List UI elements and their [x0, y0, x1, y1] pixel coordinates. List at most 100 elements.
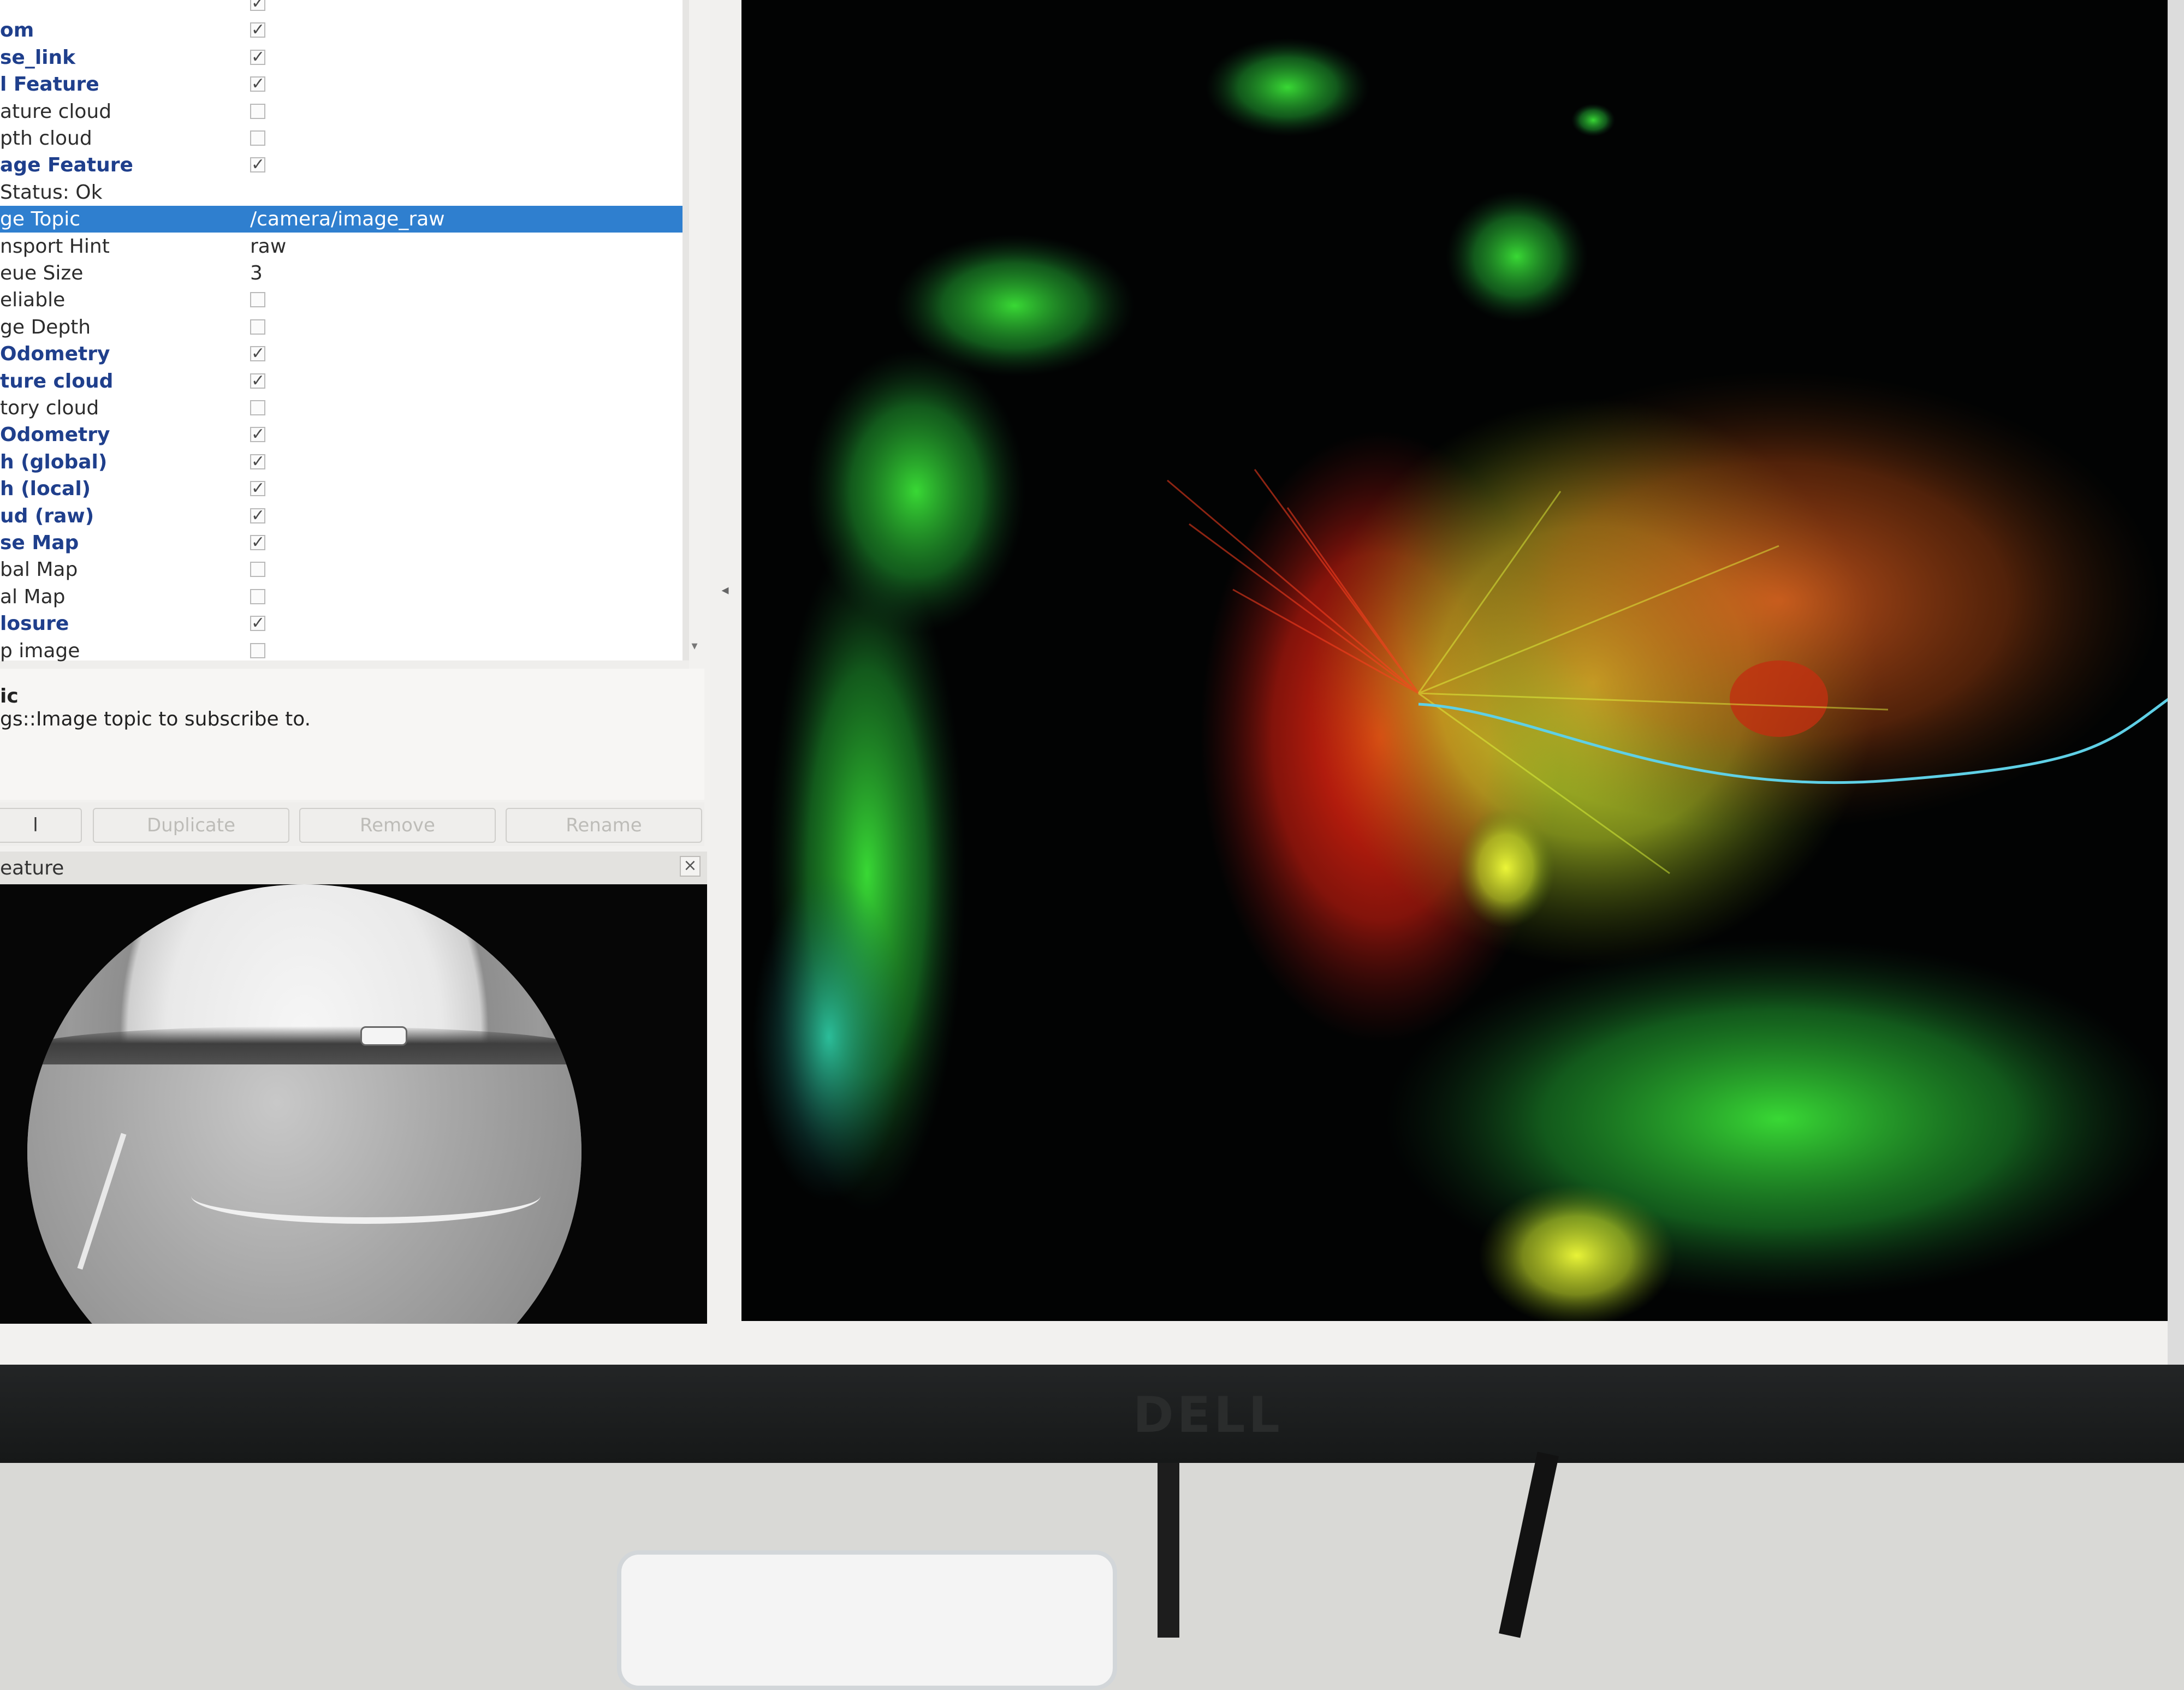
display-checkbox[interactable]: ✓ — [250, 453, 265, 469]
display-tree-row[interactable]: age Feature ✓ — [0, 152, 682, 178]
display-checkbox[interactable]: ✓ — [250, 346, 265, 362]
fisheye-lane-marking — [191, 1168, 541, 1224]
display-tree-row[interactable]: Odometry ✓ — [0, 341, 682, 367]
vegetation-top — [1206, 38, 1615, 322]
display-name: se_link — [0, 46, 76, 69]
scroll-down-icon[interactable]: ▾ — [688, 640, 701, 653]
display-name: Odometry — [0, 343, 110, 366]
display-checkbox[interactable]: ✓ — [250, 157, 265, 173]
display-checkbox[interactable] — [250, 319, 265, 335]
display-name: Status: Ok — [0, 181, 103, 204]
display-tree-row[interactable]: Status: Ok — [0, 179, 682, 206]
display-checkbox[interactable]: ✓ — [250, 507, 265, 523]
rename-button[interactable]: Rename — [506, 808, 702, 843]
close-icon[interactable]: × — [680, 856, 701, 877]
display-tree-row[interactable]: tory cloud — [0, 395, 682, 421]
display-name: ge Topic — [0, 208, 80, 231]
display-name: Odometry — [0, 424, 110, 447]
display-name: bal Map — [0, 558, 78, 581]
display-checkbox[interactable]: ✓ — [250, 426, 265, 443]
displays-panel: ✓ om ✓ se_link ✓ l Feature ✓ ature cloud pth clo… — [0, 0, 698, 671]
display-tree-row[interactable]: se Map ✓ — [0, 529, 682, 556]
display-name: tory cloud — [0, 397, 99, 419]
duplicate-button[interactable]: Duplicate — [93, 808, 289, 843]
display-checkbox[interactable]: ✓ — [250, 615, 265, 632]
display-checkbox[interactable] — [250, 400, 265, 415]
display-name: al Map — [0, 585, 66, 608]
display-checkbox[interactable]: ✓ — [250, 0, 265, 11]
display-tree-row[interactable]: om ✓ — [0, 17, 682, 44]
display-tree-row[interactable]: losure ✓ — [0, 610, 682, 637]
display-tree-row[interactable]: ture cloud ✓ — [0, 368, 682, 395]
display-tree-row[interactable]: pth cloud — [0, 125, 682, 152]
camera-image-view — [0, 884, 707, 1324]
display-checkbox[interactable]: ✓ — [250, 22, 265, 38]
display-tree-row[interactable]: p image — [0, 638, 682, 664]
display-name: se Map — [0, 532, 79, 554]
displays-tree: ✓ om ✓ se_link ✓ l Feature ✓ ature cloud pth clo… — [0, 0, 682, 662]
display-tree-row[interactable]: ature cloud — [0, 98, 682, 125]
display-name: p image — [0, 639, 80, 662]
display-tree-row[interactable]: se_link ✓ — [0, 44, 682, 71]
add-button[interactable]: l — [0, 808, 82, 843]
display-checkbox[interactable]: ✓ — [250, 49, 265, 65]
display-name: pth cloud — [0, 127, 92, 150]
display-name: eue Size — [0, 262, 84, 284]
display-checkbox[interactable]: ✓ — [250, 480, 265, 497]
image-panel-title: eature — [0, 857, 64, 879]
monitor-bezel — [0, 1365, 2184, 1463]
display-checkbox[interactable] — [250, 588, 265, 604]
display-tree-row[interactable]: l Feature ✓ — [0, 71, 682, 98]
collapse-arrow-icon[interactable]: ◂ — [720, 582, 731, 598]
property-value[interactable]: raw — [250, 233, 286, 260]
display-tree-row[interactable]: ge Depth — [0, 314, 682, 341]
display-tree-row[interactable]: h (global) ✓ — [0, 449, 682, 475]
panel-splitter[interactable]: ◂ — [710, 0, 740, 1365]
display-tree-row[interactable]: ✓ — [0, 0, 682, 17]
tree-scrollbar[interactable] — [682, 0, 689, 660]
display-name: h (global) — [0, 450, 108, 473]
desk-device — [617, 1550, 1117, 1690]
display-tree-row[interactable]: al Map — [0, 584, 682, 610]
display-tree-row[interactable]: eliable — [0, 287, 682, 313]
property-help-area: ic gs::Image topic to subscribe to. — [0, 669, 704, 800]
vegetation-left — [752, 235, 1135, 1212]
display-checkbox[interactable]: ✓ — [250, 372, 265, 389]
display-tree-row[interactable]: Odometry ✓ — [0, 421, 682, 448]
display-checkbox[interactable]: ✓ — [250, 76, 265, 92]
cable — [1499, 1451, 1559, 1638]
3d-render-view[interactable] — [741, 0, 2184, 1321]
display-checkbox[interactable] — [250, 562, 265, 578]
display-name: eliable — [0, 289, 66, 312]
display-checkbox[interactable] — [250, 103, 265, 119]
monitor-screen: ✓ om ✓ se_link ✓ l Feature ✓ ature cloud pth clo… — [0, 0, 2184, 1365]
display-name: losure — [0, 612, 69, 635]
image-panel-header: eature × — [0, 852, 707, 884]
display-name: om — [0, 19, 34, 42]
monitor-stand — [1158, 1463, 1179, 1638]
display-tree-row[interactable]: ud (raw) ✓ — [0, 503, 682, 529]
point-cloud-map — [752, 38, 2184, 1321]
property-value[interactable]: 3 — [250, 260, 263, 287]
fisheye-parked-car — [360, 1026, 407, 1046]
remove-button[interactable]: Remove — [299, 808, 496, 843]
display-tree-row[interactable]: ge Topic/camera/image_raw — [0, 206, 682, 233]
display-tree-row[interactable]: eue Size 3 — [0, 260, 682, 287]
brand-logo: DELL — [1133, 1386, 1283, 1444]
help-title: ic — [0, 685, 19, 707]
fisheye-treeline — [27, 1026, 581, 1070]
property-value[interactable]: /camera/image_raw — [250, 206, 445, 233]
display-checkbox[interactable] — [250, 130, 265, 146]
display-tree-row[interactable]: bal Map — [0, 556, 682, 583]
display-checkbox[interactable]: ✓ — [250, 534, 265, 551]
display-name: h (local) — [0, 478, 91, 501]
fisheye-camera-image — [27, 884, 581, 1324]
lidar-scan-center — [1200, 371, 2172, 1321]
display-tree-row[interactable]: nsport Hint raw — [0, 233, 682, 260]
display-tree-row[interactable]: h (local) ✓ — [0, 475, 682, 502]
display-checkbox[interactable] — [250, 292, 265, 308]
display-checkbox[interactable] — [250, 642, 265, 658]
display-name: nsport Hint — [0, 235, 110, 258]
display-name: ge Depth — [0, 316, 91, 338]
display-name: age Feature — [0, 154, 133, 177]
